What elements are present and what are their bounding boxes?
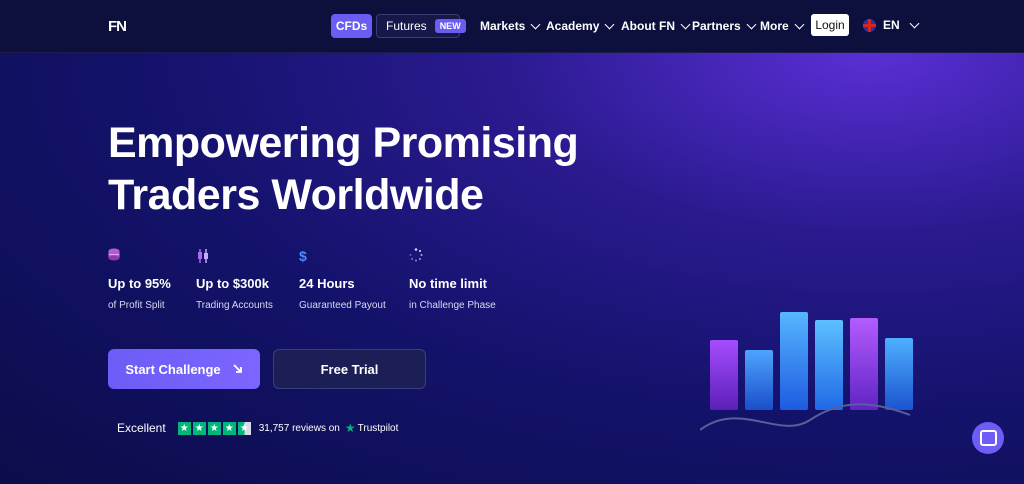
chevron-down-icon (680, 19, 691, 29)
feature-caption: of Profit Split (108, 300, 165, 311)
decorative-bar-graphic (700, 280, 930, 440)
feature-caption: in Challenge Phase (409, 300, 496, 311)
half-star-icon: ★ (237, 421, 251, 435)
star-icon: ★ (222, 421, 236, 435)
trustpilot-brand: ★ Trustpilot (345, 421, 399, 435)
trustpilot-stars: ★ ★ ★ ★ ★ (177, 421, 251, 435)
hero-title: Empowering Promising Traders Worldwide (108, 117, 579, 221)
feature-caption: Guaranteed Payout (299, 300, 386, 311)
feature-value: Up to $300k (196, 276, 269, 291)
chat-widget-button[interactable] (972, 422, 1004, 454)
arrow-down-right-icon (233, 364, 242, 373)
nav-label: About FN (621, 19, 675, 33)
top-nav-bar: FN CFDs Futures NEW Markets Academy Abou… (0, 0, 1024, 53)
trustpilot-rating-word: Excellent (117, 421, 166, 435)
new-badge: NEW (434, 19, 466, 33)
chevron-down-icon (746, 19, 757, 29)
coins-icon (108, 248, 171, 266)
fn-logo[interactable]: FN (108, 18, 127, 35)
trustpilot-brand-label: Trustpilot (357, 422, 399, 434)
nav-markets[interactable]: Markets (480, 19, 541, 33)
cfds-tab[interactable]: CFDs (331, 14, 372, 38)
trustpilot-star-icon: ★ (344, 421, 356, 435)
decor-bar (815, 320, 843, 410)
free-trial-button[interactable]: Free Trial (273, 349, 426, 389)
nav-more[interactable]: More (760, 19, 805, 33)
nav-label: Academy (546, 19, 600, 33)
star-icon: ★ (207, 421, 221, 435)
language-selector[interactable]: EN (863, 18, 920, 32)
star-icon: ★ (192, 421, 206, 435)
start-challenge-button[interactable]: Start Challenge (108, 349, 260, 389)
nav-label: Partners (692, 19, 741, 33)
chevron-down-icon (909, 18, 920, 28)
login-button[interactable]: Login (811, 14, 849, 36)
feature-profit-split: Up to 95% of Profit Split (108, 248, 171, 311)
feature-value: 24 Hours (299, 276, 355, 291)
nav-about[interactable]: About FN (621, 19, 691, 33)
chevron-down-icon (604, 19, 615, 29)
feature-value: No time limit (409, 276, 488, 291)
nav-academy[interactable]: Academy (546, 19, 615, 33)
feature-time-limit: No time limit in Challenge Phase (409, 248, 496, 311)
feature-caption: Trading Accounts (196, 300, 273, 311)
candlestick-icon (196, 248, 273, 266)
futures-label: Futures (386, 19, 427, 33)
feature-trading-accounts: Up to $300k Trading Accounts (196, 248, 273, 311)
loader-icon (409, 248, 496, 266)
trustpilot-widget[interactable]: Excellent ★ ★ ★ ★ ★ 31,757 reviews on ★ T… (117, 421, 398, 435)
nav-label: More (760, 19, 789, 33)
chevron-down-icon (530, 19, 541, 29)
hero-title-line2: Traders Worldwide (108, 171, 484, 219)
decor-wave (700, 403, 911, 431)
uk-flag-icon (863, 18, 876, 32)
chat-icon (979, 430, 997, 446)
star-icon: ★ (177, 421, 191, 435)
start-challenge-label: Start Challenge (125, 361, 221, 377)
trustpilot-reviews: 31,757 reviews on (258, 422, 340, 434)
feature-payout: $ 24 Hours Guaranteed Payout (299, 248, 386, 311)
decor-bar (780, 312, 808, 410)
decor-bar (850, 318, 878, 410)
chevron-down-icon (794, 19, 805, 29)
nav-label: Markets (480, 19, 526, 33)
futures-tab[interactable]: Futures NEW (376, 14, 466, 38)
feature-value: Up to 95% (108, 276, 171, 291)
hero-title-line1: Empowering Promising (108, 119, 579, 167)
language-label: EN (883, 18, 900, 32)
nav-partners[interactable]: Partners (692, 19, 757, 33)
dollar-icon: $ (299, 248, 307, 264)
